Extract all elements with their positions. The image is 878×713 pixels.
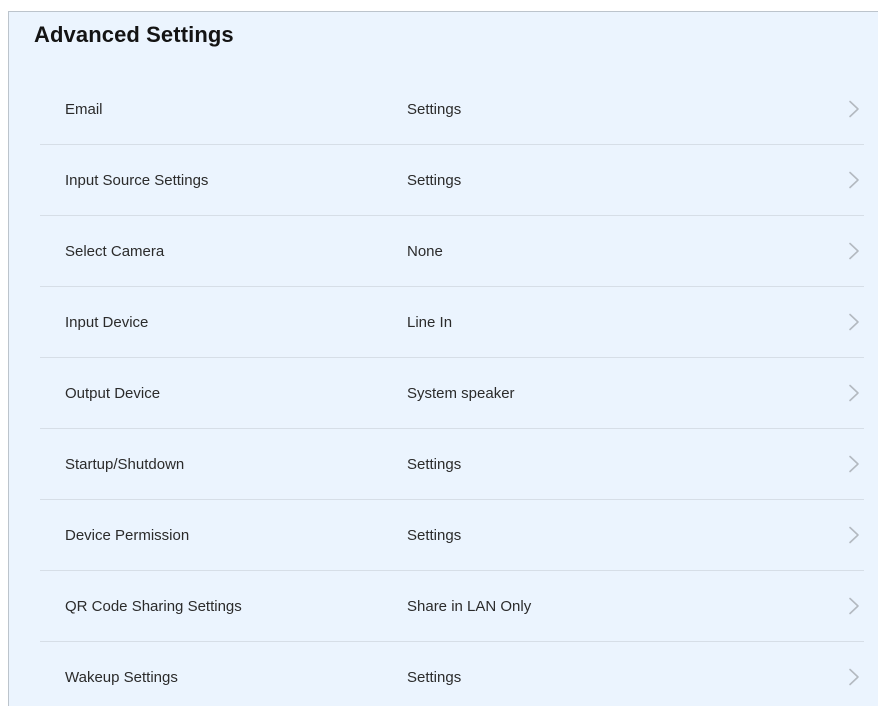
chevron-right-icon <box>848 100 860 118</box>
chevron-right-icon <box>848 242 860 260</box>
chevron-right-icon <box>848 313 860 331</box>
row-value: System speaker <box>407 385 515 402</box>
row-label: Wakeup Settings <box>65 669 178 686</box>
settings-row-device-permission[interactable]: Device Permission Settings <box>40 500 864 571</box>
chevron-right-icon <box>848 668 860 686</box>
chevron-right-icon <box>848 455 860 473</box>
row-label: Startup/Shutdown <box>65 456 185 473</box>
settings-row-input-source-settings[interactable]: Input Source Settings Settings <box>40 145 864 216</box>
settings-row-qr-code-sharing-settings[interactable]: QR Code Sharing Settings Share in LAN On… <box>40 571 864 642</box>
row-label: Select Camera <box>65 243 165 260</box>
settings-row-wakeup-settings[interactable]: Wakeup Settings Settings <box>40 642 864 713</box>
row-label: QR Code Sharing Settings <box>65 598 242 615</box>
row-value: None <box>407 243 443 260</box>
settings-row-input-device[interactable]: Input Device Line In <box>40 287 864 358</box>
settings-row-email[interactable]: Email Settings <box>40 74 864 145</box>
row-value: Settings <box>407 456 462 473</box>
row-label: Email <box>65 101 103 118</box>
chevron-right-icon <box>848 384 860 402</box>
row-value: Line In <box>407 314 453 331</box>
settings-row-output-device[interactable]: Output Device System speaker <box>40 358 864 429</box>
settings-row-startup-shutdown[interactable]: Startup/Shutdown Settings <box>40 429 864 500</box>
row-label: Output Device <box>65 385 161 402</box>
row-value: Settings <box>407 669 462 686</box>
settings-row-select-camera[interactable]: Select Camera None <box>40 216 864 287</box>
page-title: Advanced Settings <box>34 22 234 47</box>
advanced-settings-panel: Advanced Settings Email Settings Input S… <box>8 11 878 706</box>
row-label: Device Permission <box>65 527 190 544</box>
chevron-right-icon <box>848 526 860 544</box>
settings-list: Email Settings Input Source Settings Set… <box>40 74 864 713</box>
chevron-right-icon <box>848 171 860 189</box>
row-value: Settings <box>407 101 462 118</box>
row-label: Input Device <box>65 314 149 331</box>
row-value: Settings <box>407 172 462 189</box>
row-value: Share in LAN Only <box>407 598 532 615</box>
row-value: Settings <box>407 527 462 544</box>
row-label: Input Source Settings <box>65 172 209 189</box>
chevron-right-icon <box>848 597 860 615</box>
